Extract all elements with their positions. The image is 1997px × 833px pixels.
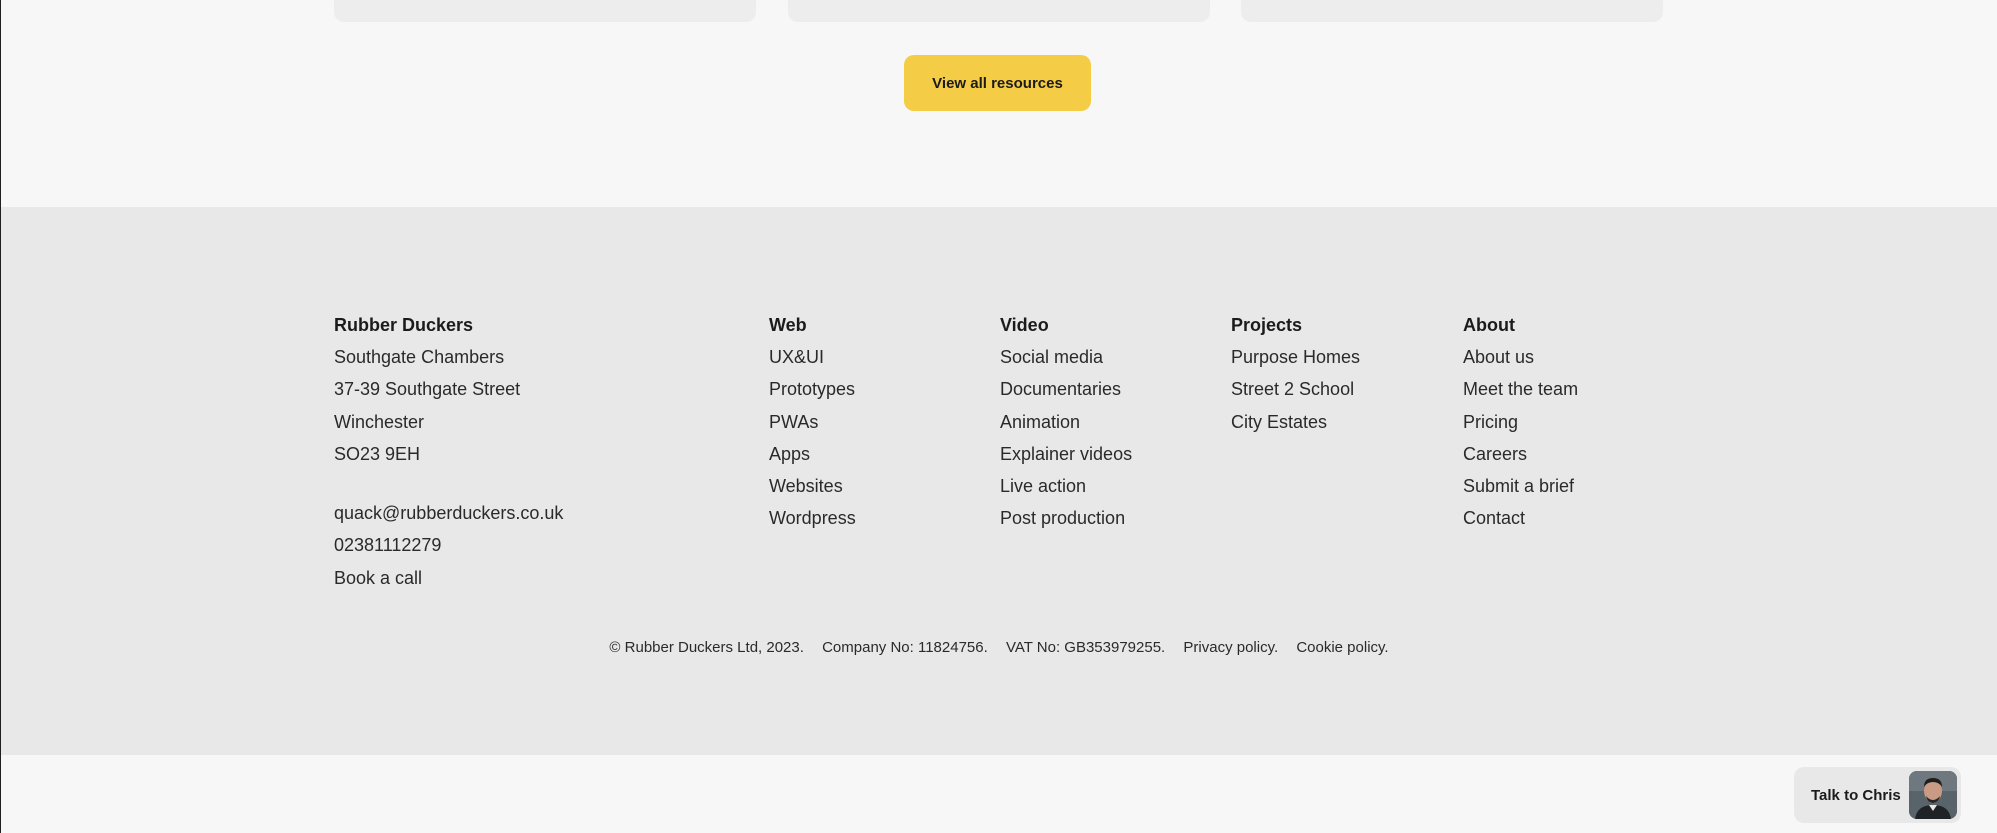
footer-link-animation[interactable]: Animation	[1000, 406, 1132, 438]
resource-cards	[0, 0, 1997, 24]
footer-link-documentaries[interactable]: Documentaries	[1000, 373, 1132, 405]
column-heading: Projects	[1231, 315, 1303, 335]
company-name: Rubber Duckers	[334, 315, 474, 335]
resource-card[interactable]	[334, 0, 756, 22]
company-number-text: Company No: 11824756.	[822, 639, 988, 656]
phone-link[interactable]: 02381112279	[334, 529, 563, 561]
footer-link-street-2-school[interactable]: Street 2 School	[1231, 373, 1360, 405]
address-line: SO23 9EH	[334, 443, 421, 464]
footer-link-city-estates[interactable]: City Estates	[1231, 406, 1360, 438]
address-line: Southgate Chambers	[334, 347, 505, 367]
footer-column-projects: Projects Purpose Homes Street 2 School C…	[1231, 309, 1360, 438]
privacy-policy-link[interactable]: Privacy policy.	[1183, 639, 1278, 656]
copyright-text: © Rubber Duckers Ltd, 2023.	[609, 639, 804, 656]
talk-to-chris-widget[interactable]: Talk to Chris	[1794, 767, 1961, 823]
footer-link-websites[interactable]: Websites	[769, 470, 856, 502]
vat-number-text: VAT No: GB353979255.	[1005, 639, 1166, 656]
column-heading: Video	[1000, 315, 1049, 335]
address-line: Winchester	[334, 411, 425, 432]
book-call-link[interactable]: Book a call	[334, 562, 563, 594]
person-avatar-icon	[1909, 771, 1957, 819]
footer-link-live-action[interactable]: Live action	[1000, 470, 1132, 502]
footer-column-web: Web UX&UI Prototypes PWAs Apps Websites …	[769, 309, 856, 535]
footer-link-uxui[interactable]: UX&UI	[769, 341, 856, 373]
footer-link-careers[interactable]: Careers	[1463, 438, 1578, 470]
chat-widget-label: Talk to Chris	[1811, 786, 1901, 804]
footer-link-contact[interactable]: Contact	[1463, 502, 1578, 534]
footer-link-meet-the-team[interactable]: Meet the team	[1463, 373, 1578, 405]
footer-address: Rubber Duckers Southgate Chambers 37-39 …	[334, 309, 563, 594]
footer-link-explainer-videos[interactable]: Explainer videos	[1000, 438, 1132, 470]
resource-card[interactable]	[1241, 0, 1663, 22]
address-line: 37-39 Southgate Street	[334, 379, 521, 400]
footer-link-pricing[interactable]: Pricing	[1463, 406, 1578, 438]
column-heading: Web	[769, 315, 807, 335]
footer-link-pwas[interactable]: PWAs	[769, 406, 856, 438]
legal-bar: © Rubber Duckers Ltd, 2023. Company No: …	[1, 639, 1997, 656]
footer-link-wordpress[interactable]: Wordpress	[769, 502, 856, 534]
site-footer: Rubber Duckers Southgate Chambers 37-39 …	[1, 207, 1997, 755]
column-heading: About	[1463, 315, 1515, 335]
footer-link-prototypes[interactable]: Prototypes	[769, 373, 856, 405]
cookie-policy-link[interactable]: Cookie policy.	[1296, 639, 1388, 656]
footer-link-purpose-homes[interactable]: Purpose Homes	[1231, 341, 1360, 373]
footer-column-about: About About us Meet the team Pricing Car…	[1463, 309, 1578, 535]
footer-link-apps[interactable]: Apps	[769, 438, 856, 470]
footer-link-about-us[interactable]: About us	[1463, 341, 1578, 373]
footer-link-social-media[interactable]: Social media	[1000, 341, 1132, 373]
email-link[interactable]: quack@rubberduckers.co.uk	[334, 497, 563, 529]
footer-link-submit-a-brief[interactable]: Submit a brief	[1463, 470, 1578, 502]
footer-column-video: Video Social media Documentaries Animati…	[1000, 309, 1132, 535]
footer-link-post-production[interactable]: Post production	[1000, 502, 1132, 534]
resource-card[interactable]	[788, 0, 1210, 22]
view-all-resources-button[interactable]: View all resources	[904, 55, 1091, 111]
